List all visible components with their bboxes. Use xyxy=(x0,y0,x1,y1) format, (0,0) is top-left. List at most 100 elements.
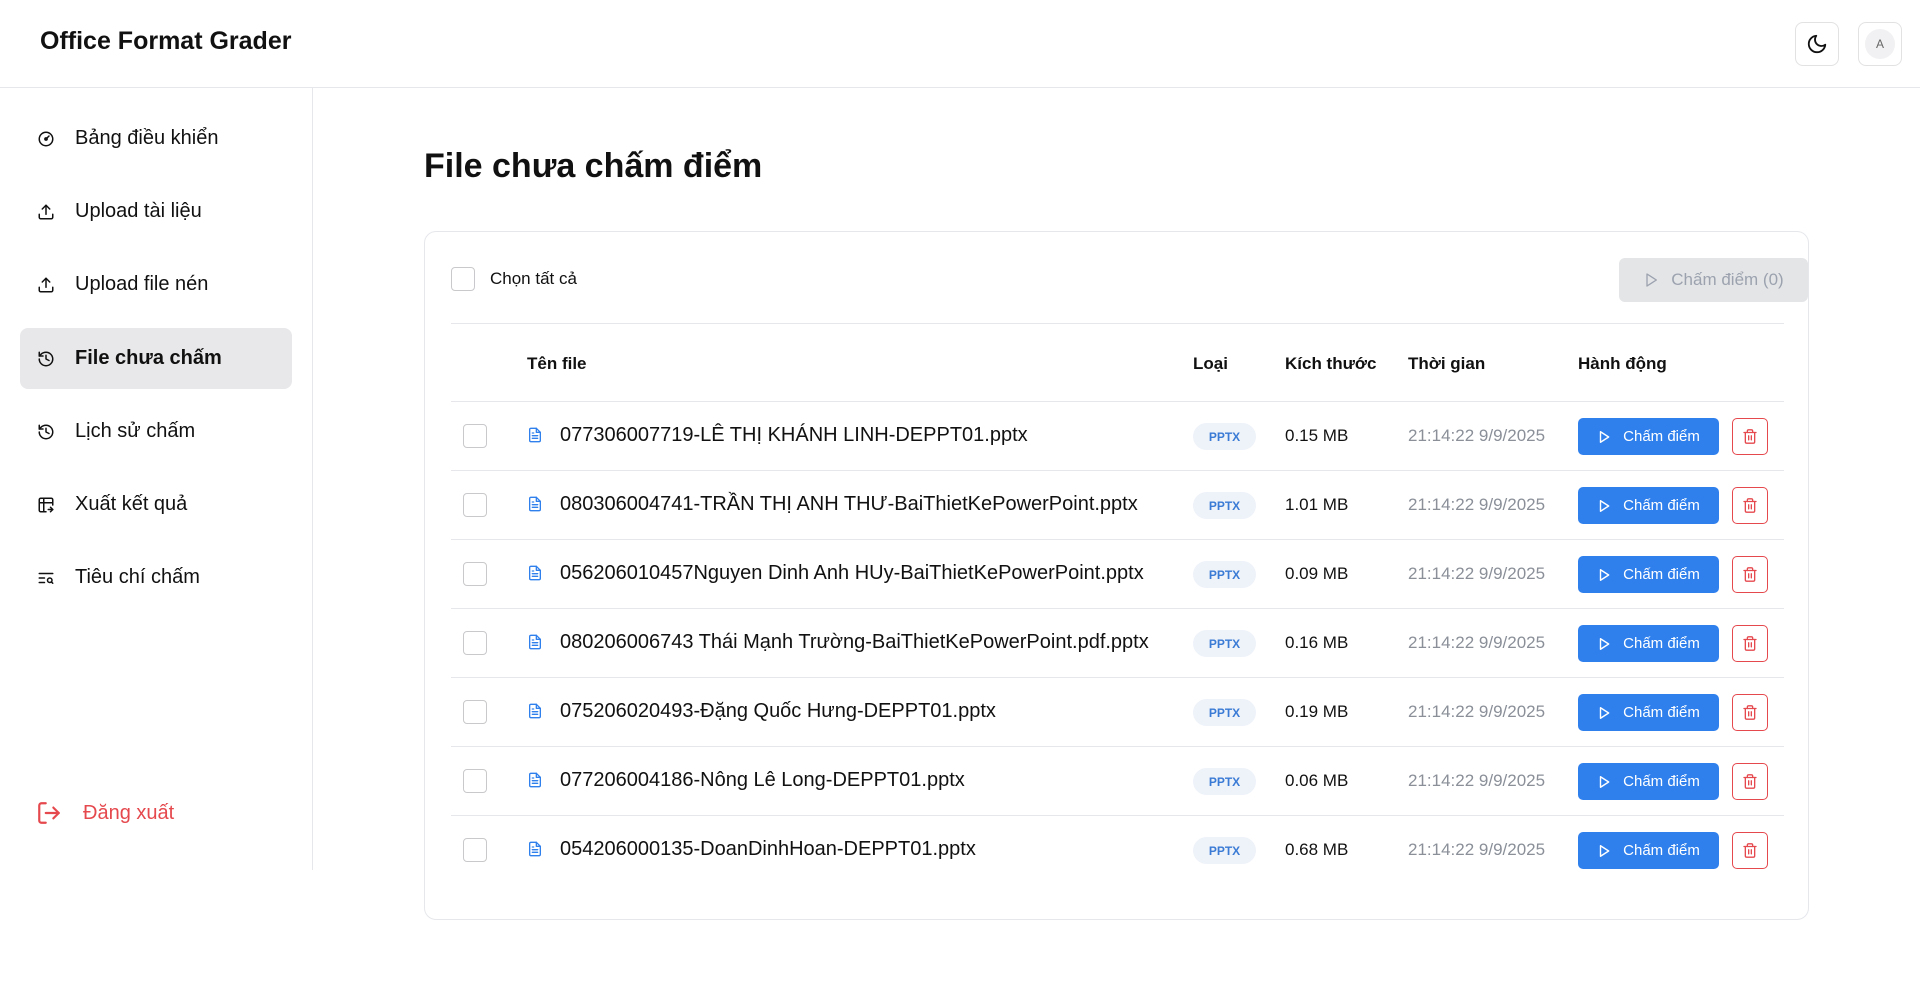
sidebar-item-label: Xuất kết quả xyxy=(75,493,188,515)
file-time: 21:14:22 9/9/2025 xyxy=(1408,840,1546,859)
file-size: 0.68 MB xyxy=(1285,840,1349,859)
avatar: A xyxy=(1865,29,1895,59)
history-icon xyxy=(36,422,56,442)
grade-selected-button[interactable]: Chấm điểm (0) xyxy=(1619,258,1808,302)
table-row: 080306004741-TRẦN THỊ ANH THƯ-BaiThietKe… xyxy=(451,471,1784,540)
file-name: 056206010457Nguyen Dinh Anh HUy-BaiThiet… xyxy=(560,562,1144,584)
file-icon xyxy=(527,564,545,584)
grade-selected-label: Chấm điểm (0) xyxy=(1671,270,1784,289)
files-card: Chọn tất cả Chấm điểm (0) Tên file Loại … xyxy=(424,231,1809,920)
grade-button[interactable]: Chấm điểm xyxy=(1578,625,1719,662)
row-checkbox[interactable] xyxy=(463,424,487,448)
row-checkbox[interactable] xyxy=(463,700,487,724)
upload-icon xyxy=(36,202,56,222)
sidebar-item-label: Bảng điều khiển xyxy=(75,127,219,149)
grade-button-label: Chấm điểm xyxy=(1623,704,1700,721)
delete-button[interactable] xyxy=(1732,625,1768,662)
table-export-icon xyxy=(36,495,56,515)
file-type-badge: PPTX xyxy=(1193,768,1256,795)
file-type-badge: PPTX xyxy=(1193,630,1256,657)
page-title: File chưa chấm điểm xyxy=(424,147,763,185)
column-header-type: Loại xyxy=(1193,354,1228,373)
trash-icon xyxy=(1742,428,1758,445)
logout-icon xyxy=(36,800,62,826)
text-search-icon xyxy=(36,568,56,588)
trash-icon xyxy=(1742,842,1758,859)
file-icon xyxy=(527,426,545,446)
trash-icon xyxy=(1742,773,1758,790)
upload-icon xyxy=(36,275,56,295)
trash-icon xyxy=(1742,497,1758,514)
file-icon xyxy=(527,633,545,653)
sidebar-item-label: Tiêu chí chấm xyxy=(75,566,200,588)
row-checkbox[interactable] xyxy=(463,769,487,793)
delete-button[interactable] xyxy=(1732,556,1768,593)
grade-button-label: Chấm điểm xyxy=(1623,773,1700,790)
sidebar-item-grading-history[interactable]: Lịch sử chấm xyxy=(20,401,292,462)
table-row: 080206006743 Thái Mạnh Trường-BaiThietKe… xyxy=(451,609,1784,678)
play-icon xyxy=(1597,499,1611,513)
history-icon xyxy=(36,349,56,369)
grade-button-label: Chấm điểm xyxy=(1623,842,1700,859)
file-size: 0.16 MB xyxy=(1285,633,1349,652)
sidebar-item-upload-document[interactable]: Upload tài liệu xyxy=(20,181,292,242)
row-checkbox[interactable] xyxy=(463,562,487,586)
app-title: Office Format Grader xyxy=(40,27,292,55)
file-icon xyxy=(527,771,545,791)
column-header-time: Thời gian xyxy=(1408,354,1486,373)
grade-button[interactable]: Chấm điểm xyxy=(1578,418,1719,455)
table-toolbar: Chọn tất cả Chấm điểm (0) xyxy=(451,232,1808,324)
row-checkbox[interactable] xyxy=(463,631,487,655)
file-size: 0.15 MB xyxy=(1285,426,1349,445)
logout-button[interactable]: Đăng xuất xyxy=(36,800,174,826)
sidebar-item-upload-archive[interactable]: Upload file nén xyxy=(20,254,292,315)
sidebar-item-label: Upload file nén xyxy=(75,273,209,295)
grade-button-label: Chấm điểm xyxy=(1623,566,1700,583)
delete-button[interactable] xyxy=(1732,832,1768,869)
file-time: 21:14:22 9/9/2025 xyxy=(1408,564,1546,583)
file-time: 21:14:22 9/9/2025 xyxy=(1408,702,1546,721)
sidebar-item-label: Upload tài liệu xyxy=(75,200,202,222)
grade-button[interactable]: Chấm điểm xyxy=(1578,694,1719,731)
sidebar-item-dashboard[interactable]: Bảng điều khiển xyxy=(20,108,292,169)
sidebar: Bảng điều khiển Upload tài liệu Upload f… xyxy=(0,88,313,870)
trash-icon xyxy=(1742,566,1758,583)
file-type-badge: PPTX xyxy=(1193,561,1256,588)
select-all-checkbox[interactable] xyxy=(451,267,475,291)
file-name: 077306007719-LÊ THỊ KHÁNH LINH-DEPPT01.p… xyxy=(560,424,1028,446)
table-row: 077206004186-Nông Lê Long-DEPPT01.pptx P… xyxy=(451,747,1784,816)
sidebar-item-ungraded-files[interactable]: File chưa chấm xyxy=(20,328,292,389)
row-checkbox[interactable] xyxy=(463,838,487,862)
table-row: 075206020493-Đặng Quốc Hưng-DEPPT01.pptx… xyxy=(451,678,1784,747)
delete-button[interactable] xyxy=(1732,694,1768,731)
delete-button[interactable] xyxy=(1732,487,1768,524)
grade-button[interactable]: Chấm điểm xyxy=(1578,763,1719,800)
delete-button[interactable] xyxy=(1732,763,1768,800)
play-icon xyxy=(1643,272,1659,288)
gauge-icon xyxy=(36,129,56,149)
file-icon xyxy=(527,840,545,860)
file-name: 080306004741-TRẦN THỊ ANH THƯ-BaiThietKe… xyxy=(560,493,1138,515)
moon-icon xyxy=(1806,33,1828,55)
select-all-label: Chọn tất cả xyxy=(490,269,577,288)
table-row: 077306007719-LÊ THỊ KHÁNH LINH-DEPPT01.p… xyxy=(451,402,1784,471)
trash-icon xyxy=(1742,635,1758,652)
delete-button[interactable] xyxy=(1732,418,1768,455)
sidebar-item-label: Lịch sử chấm xyxy=(75,420,196,442)
user-menu-button[interactable]: A xyxy=(1858,22,1902,66)
file-name: 077206004186-Nông Lê Long-DEPPT01.pptx xyxy=(560,769,965,791)
grade-button[interactable]: Chấm điểm xyxy=(1578,556,1719,593)
grade-button[interactable]: Chấm điểm xyxy=(1578,832,1719,869)
file-time: 21:14:22 9/9/2025 xyxy=(1408,426,1546,445)
theme-toggle-button[interactable] xyxy=(1795,22,1839,66)
sidebar-item-export-results[interactable]: Xuất kết quả xyxy=(20,474,292,535)
sidebar-item-grading-criteria[interactable]: Tiêu chí chấm xyxy=(20,547,292,608)
file-type-badge: PPTX xyxy=(1193,492,1256,519)
table-header: Tên file Loại Kích thước Thời gian Hành … xyxy=(451,324,1784,402)
row-checkbox[interactable] xyxy=(463,493,487,517)
column-header-size: Kích thước xyxy=(1285,354,1377,373)
table-row: 054206000135-DoanDinhHoan-DEPPT01.pptx P… xyxy=(451,816,1784,885)
grade-button[interactable]: Chấm điểm xyxy=(1578,487,1719,524)
file-time: 21:14:22 9/9/2025 xyxy=(1408,771,1546,790)
table-row: 056206010457Nguyen Dinh Anh HUy-BaiThiet… xyxy=(451,540,1784,609)
